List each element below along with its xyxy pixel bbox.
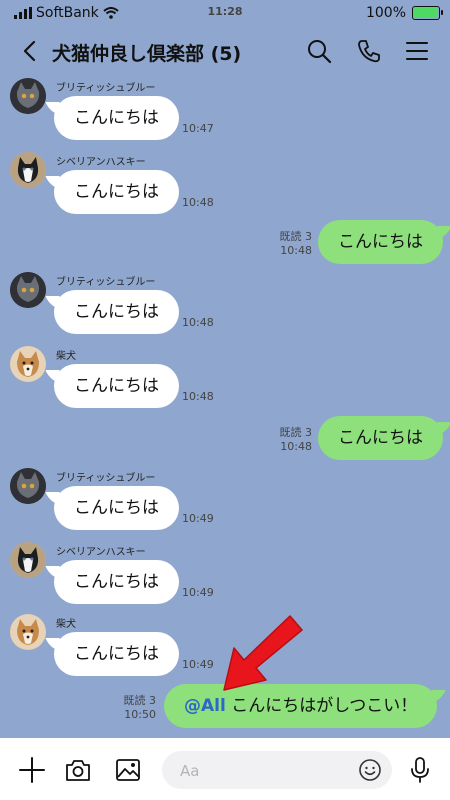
message-bubble[interactable]: こんにちは (54, 170, 179, 214)
sender-name: ブリティッシュブルー (56, 473, 156, 484)
read-receipt: 既読 3 10:48 (262, 426, 313, 454)
read-count: 既読 3 (279, 426, 313, 439)
sender-name: 柴犬 (56, 619, 76, 630)
avatar[interactable] (10, 152, 46, 188)
status-bar: SoftBank 11:28 100% (0, 0, 450, 26)
message-bubble[interactable]: こんにちは (54, 632, 179, 676)
menu-icon[interactable] (404, 38, 430, 64)
read-receipt: 既読 3 10:50 (106, 694, 157, 722)
message-bubble[interactable]: こんにちは (54, 290, 179, 334)
battery-percent: 100% (365, 5, 406, 21)
composer-bar (0, 738, 450, 800)
sender-name: 柴犬 (56, 351, 76, 362)
message-bubble[interactable]: こんにちは (54, 96, 179, 140)
camera-icon[interactable] (64, 756, 92, 784)
plus-icon[interactable] (18, 756, 46, 784)
emoji-icon[interactable] (358, 758, 382, 782)
sender-name: シベリアンハスキー (56, 547, 146, 558)
message-time: 10:50 (124, 708, 156, 721)
battery-status: 100% (365, 5, 443, 21)
avatar[interactable] (10, 272, 46, 308)
message-time: 10:48 (182, 390, 214, 403)
message-bubble[interactable]: こんにちは (318, 416, 443, 460)
back-icon[interactable] (18, 39, 42, 63)
phone-icon[interactable] (356, 38, 382, 64)
avatar[interactable] (10, 346, 46, 382)
message-input-box[interactable] (162, 751, 392, 791)
read-count: 既読 3 (279, 230, 313, 243)
battery-icon (412, 6, 443, 20)
message-time: 10:49 (182, 512, 214, 525)
read-receipt: 既読 3 10:48 (262, 230, 313, 258)
sender-name: ブリティッシュブルー (56, 277, 156, 288)
sender-name: シベリアンハスキー (56, 157, 146, 168)
avatar[interactable] (10, 614, 46, 650)
message-input[interactable] (178, 751, 352, 791)
microphone-icon[interactable] (406, 756, 434, 784)
read-count: 既読 3 (123, 694, 157, 707)
message-bubble[interactable]: こんにちは (54, 364, 179, 408)
image-icon[interactable] (114, 756, 142, 784)
message-time: 10:48 (182, 196, 214, 209)
avatar[interactable] (10, 542, 46, 578)
message-time: 10:48 (280, 244, 312, 257)
message-time: 10:47 (182, 122, 214, 135)
sender-name: ブリティッシュブルー (56, 83, 156, 94)
message-bubble[interactable]: こんにちは (318, 220, 443, 264)
message-time: 10:48 (182, 316, 214, 329)
mention-all[interactable]: @All (184, 696, 226, 716)
search-icon[interactable] (306, 38, 332, 64)
message-bubble[interactable]: こんにちは (54, 560, 179, 604)
chat-header: 犬猫仲良し倶楽部 (5) (0, 26, 450, 76)
message-text: こんにちはがしつこい！ (231, 696, 418, 716)
message-bubble[interactable]: こんにちは (54, 486, 179, 530)
message-time: 10:49 (182, 658, 214, 671)
red-arrow-icon (223, 615, 303, 691)
avatar[interactable] (10, 468, 46, 504)
message-time: 10:49 (182, 586, 214, 599)
message-time: 10:48 (280, 440, 312, 453)
chat-title: 犬猫仲良し倶楽部 (5) (52, 43, 242, 65)
avatar[interactable] (10, 78, 46, 114)
